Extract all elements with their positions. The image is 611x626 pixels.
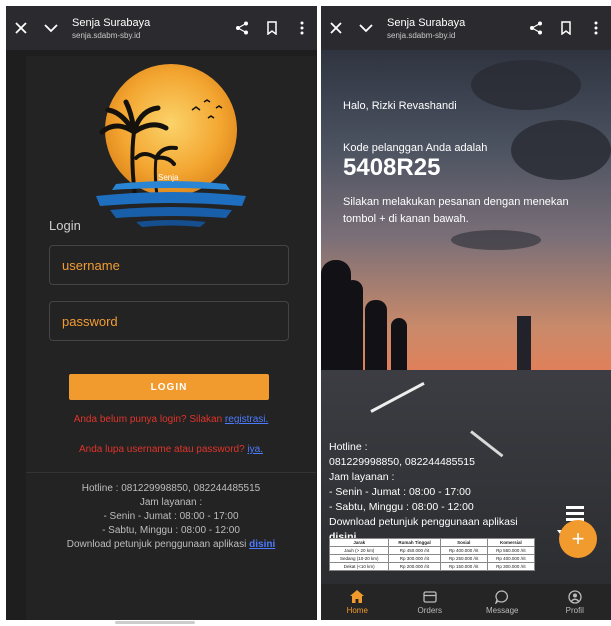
register-link[interactable]: registrasi. bbox=[225, 414, 268, 425]
login-card: Senja Login username password LOGIN Anda… bbox=[26, 56, 316, 620]
home-screen: Senja Surabaya senja.sdabm-sby.id Halo, … bbox=[321, 6, 611, 620]
table-cell: Rp 300.000 /rit bbox=[486, 562, 536, 571]
table-cell: Sedang (10-20 km) bbox=[328, 554, 390, 563]
message-icon bbox=[495, 589, 509, 604]
nav-home[interactable]: Home bbox=[321, 584, 394, 620]
cloud-shape bbox=[451, 230, 541, 250]
more-menu-icon[interactable] bbox=[581, 6, 611, 50]
table-cell: Rp 400.000 /rit bbox=[486, 554, 536, 563]
browser-toolbar: Senja Surabaya senja.sdabm-sby.id bbox=[6, 6, 317, 50]
share-icon[interactable] bbox=[227, 6, 257, 50]
username-input[interactable]: username bbox=[49, 245, 289, 285]
hotline-label: Hotline : bbox=[329, 441, 368, 453]
rate-table-header: Jarak Rumah Tinggal Sosial Komersial bbox=[328, 538, 536, 547]
nav-orders[interactable]: Orders bbox=[394, 584, 467, 620]
username-placeholder: username bbox=[62, 257, 120, 273]
add-order-button[interactable]: + bbox=[559, 520, 597, 558]
browser-title-block: Senja Surabaya senja.sdabm-sby.id bbox=[66, 16, 227, 41]
share-icon[interactable] bbox=[521, 6, 551, 50]
order-instruction: Silakan melakukan pesanan dengan menekan… bbox=[343, 196, 569, 225]
hours-weekend: - Sabtu, Minggu : 08:00 - 12:00 bbox=[102, 525, 240, 536]
forgot-message: Anda lupa username atau password? iya. bbox=[26, 444, 316, 455]
hours-label: Jam layanan : bbox=[329, 471, 395, 483]
senja-logo: Senja bbox=[96, 64, 246, 227]
column-header: Rumah Tinggal bbox=[388, 538, 441, 547]
bottom-navigation: Home Orders Message Profil bbox=[321, 584, 611, 620]
cloud-shape bbox=[511, 120, 611, 180]
orders-icon bbox=[423, 590, 437, 604]
download-info: Download petunjuk penggunaan aplikasi di… bbox=[26, 538, 316, 552]
close-icon[interactable] bbox=[321, 6, 351, 50]
browser-title: Senja Surabaya bbox=[72, 16, 151, 29]
hotline-text: Hotline : 081229998850, 082244485515 bbox=[81, 483, 261, 494]
forgot-prompt: Anda lupa username atau password? bbox=[78, 444, 245, 455]
table-cell: Rp 450.000 /rit bbox=[388, 546, 441, 555]
hotline-numbers: 081229998850, 082244485515 bbox=[329, 456, 475, 468]
hours-weekend: - Sabtu, Minggu : 08:00 - 12:00 bbox=[329, 501, 474, 513]
login-button[interactable]: LOGIN bbox=[69, 374, 269, 400]
profile-icon bbox=[568, 589, 582, 604]
hours-weekday: - Senin - Jumat : 08:00 - 17:00 bbox=[329, 486, 471, 498]
browser-url: senja.sdabm-sby.id bbox=[387, 30, 456, 40]
lane-marking bbox=[370, 382, 425, 413]
building-silhouette bbox=[517, 316, 531, 376]
login-heading: Login bbox=[49, 218, 81, 233]
column-header: Sosial bbox=[439, 538, 488, 547]
nav-label: Orders bbox=[417, 605, 442, 615]
contact-info: Hotline : 081229998850, 082244485515 Jam… bbox=[329, 440, 569, 545]
browser-title-block: Senja Surabaya senja.sdabm-sby.id bbox=[381, 16, 521, 41]
rate-table: Jarak Rumah Tinggal Sosial Komersial Jau… bbox=[328, 538, 536, 571]
table-cell: Jauh (> 20 km) bbox=[328, 546, 390, 555]
divider bbox=[26, 472, 316, 473]
chevron-down-icon[interactable] bbox=[351, 6, 381, 50]
register-message: Anda belum punya login? Silakan registra… bbox=[26, 414, 316, 425]
home-icon bbox=[350, 590, 365, 604]
table-row: Jauh (> 20 km) Rp 450.000 /rit Rp 400.00… bbox=[328, 546, 536, 555]
table-cell: Rp 550.000 /rit bbox=[486, 546, 536, 555]
table-cell: Rp 400.000 /rit bbox=[439, 546, 488, 555]
customer-code-label: Kode pelanggan Anda adalah bbox=[343, 142, 488, 154]
hours-label: Jam layanan : bbox=[139, 497, 203, 508]
register-prompt: Anda belum punya login? Silakan bbox=[73, 414, 223, 425]
table-cell: Rp 300.000 /rit bbox=[388, 554, 441, 563]
more-menu-icon[interactable] bbox=[287, 6, 317, 50]
bookmark-icon[interactable] bbox=[551, 6, 581, 50]
close-icon[interactable] bbox=[6, 6, 36, 50]
column-header: Komersial bbox=[486, 538, 536, 547]
download-text: Download petunjuk penggunaan aplikasi bbox=[329, 516, 518, 528]
table-cell: Dekat (<10 km) bbox=[328, 562, 390, 571]
column-header: Jarak bbox=[328, 538, 390, 547]
download-text: Download petunjuk penggunaan aplikasi bbox=[66, 539, 247, 550]
table-cell: Rp 250.000 /rit bbox=[439, 554, 488, 563]
home-indicator bbox=[115, 621, 195, 624]
nav-profile[interactable]: Profil bbox=[539, 584, 611, 620]
chevron-down-icon[interactable] bbox=[36, 6, 66, 50]
browser-title: Senja Surabaya bbox=[387, 16, 466, 29]
forgot-link[interactable]: iya. bbox=[247, 444, 263, 455]
login-screen: Senja Surabaya senja.sdabm-sby.id Senja … bbox=[6, 6, 317, 620]
cloud-shape bbox=[471, 60, 581, 110]
browser-toolbar: Senja Surabaya senja.sdabm-sby.id bbox=[321, 6, 611, 50]
hero-background: Halo, Rizki Revashandi Kode pelanggan An… bbox=[321, 50, 611, 584]
table-cell: Rp 200.000 /rit bbox=[388, 562, 441, 571]
download-link[interactable]: disini bbox=[249, 539, 275, 550]
password-placeholder: password bbox=[62, 313, 118, 329]
browser-url: senja.sdabm-sby.id bbox=[72, 30, 141, 40]
hours-weekday: - Senin - Jumat : 08:00 - 17:00 bbox=[103, 511, 239, 522]
logo-wordmark: Senja bbox=[158, 173, 179, 182]
bookmark-icon[interactable] bbox=[257, 6, 287, 50]
table-row: Sedang (10-20 km) Rp 300.000 /rit Rp 250… bbox=[328, 554, 536, 563]
table-row: Dekat (<10 km) Rp 200.000 /rit Rp 150.00… bbox=[328, 562, 536, 571]
customer-code: 5408R25 bbox=[343, 154, 441, 181]
password-input[interactable]: password bbox=[49, 301, 289, 341]
nav-label: Home bbox=[346, 605, 368, 615]
nav-message[interactable]: Message bbox=[466, 584, 539, 620]
nav-label: Message bbox=[486, 605, 519, 615]
table-cell: Rp 150.000 /rit bbox=[439, 562, 488, 571]
greeting-text: Halo, Rizki Revashandi bbox=[343, 100, 457, 112]
nav-label: Profil bbox=[565, 605, 584, 615]
